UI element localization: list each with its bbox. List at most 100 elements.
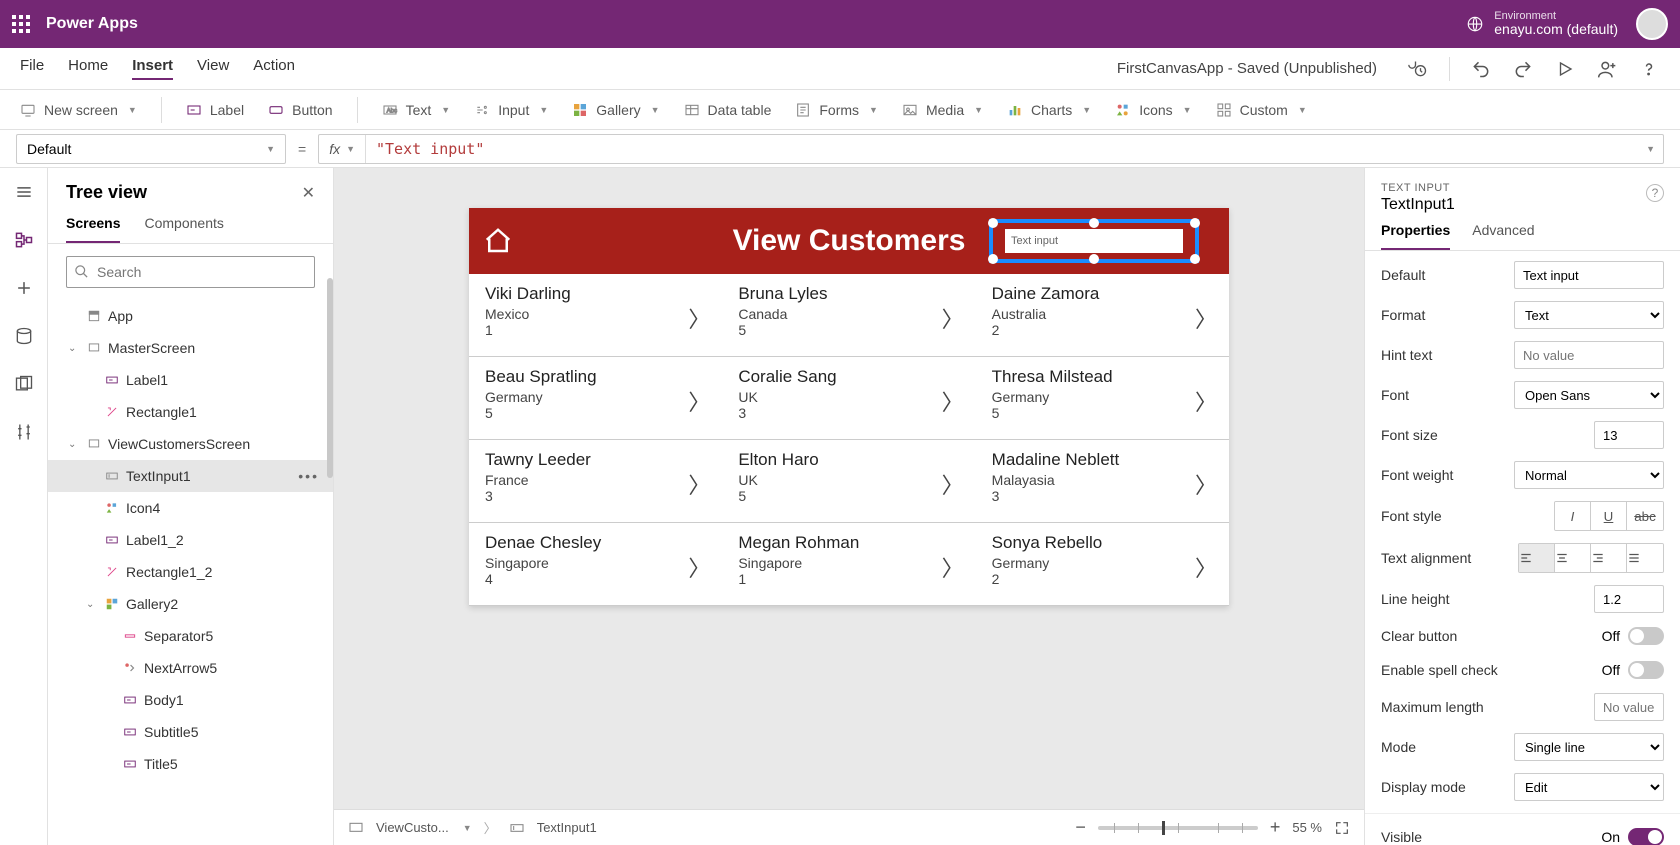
props-tab-properties[interactable]: Properties <box>1381 222 1450 250</box>
align-center-button[interactable] <box>1555 544 1591 572</box>
zoom-in-button[interactable]: + <box>1270 817 1281 838</box>
insert-media-dropdown[interactable]: Media▼ <box>902 102 983 118</box>
rail-tools-icon[interactable] <box>14 422 34 442</box>
fontstyle-italic-button[interactable]: I <box>1555 502 1591 530</box>
tree-item[interactable]: App <box>48 300 333 332</box>
tree-item[interactable]: Separator5 <box>48 620 333 652</box>
tree-item[interactable]: NextArrow5 <box>48 652 333 684</box>
zoom-out-button[interactable]: − <box>1075 817 1086 838</box>
fontstyle-strike-button[interactable]: abc <box>1627 502 1663 530</box>
footer-control-name[interactable]: TextInput1 <box>537 820 597 835</box>
tree-item[interactable]: Rectangle1 <box>48 396 333 428</box>
tree-item[interactable]: ⌄MasterScreen <box>48 332 333 364</box>
tree-tab-screens[interactable]: Screens <box>66 209 120 243</box>
insert-datatable[interactable]: Data table <box>684 102 772 118</box>
prop-default-input[interactable] <box>1514 261 1664 289</box>
undo-button[interactable] <box>1470 58 1492 80</box>
tree-item[interactable]: Icon4 <box>48 492 333 524</box>
gallery-cell[interactable]: Tawny LeederFrance3〉 <box>469 440 722 522</box>
gallery-cell[interactable]: Denae ChesleySingapore4〉 <box>469 523 722 605</box>
environment-picker[interactable]: Environment enayu.com (default) <box>1466 10 1618 37</box>
tree-item[interactable]: ⌄ViewCustomersScreen <box>48 428 333 460</box>
app-preview-screen[interactable]: View Customers Text input Viki DarlingMe… <box>469 208 1229 606</box>
props-tab-advanced[interactable]: Advanced <box>1472 222 1534 250</box>
tree-item[interactable]: ⌄Gallery2 <box>48 588 333 620</box>
insert-button[interactable]: Button <box>268 102 332 118</box>
align-justify-button[interactable] <box>1627 544 1663 572</box>
insert-charts-dropdown[interactable]: Charts▼ <box>1007 102 1091 118</box>
rail-media-icon[interactable] <box>14 374 34 394</box>
prop-format-select[interactable]: Text <box>1514 301 1664 329</box>
gallery-cell[interactable]: Coralie SangUK3〉 <box>722 357 975 439</box>
home-icon[interactable] <box>483 226 513 256</box>
gallery-cell[interactable]: Bruna LylesCanada5〉 <box>722 274 975 356</box>
app-launcher-icon[interactable] <box>12 15 30 33</box>
prop-hint-input[interactable] <box>1514 341 1664 369</box>
formula-expand-icon[interactable]: ▼ <box>1638 144 1663 154</box>
insert-custom-dropdown[interactable]: Custom▼ <box>1216 102 1307 118</box>
prop-clearbtn-toggle[interactable] <box>1628 627 1664 645</box>
tree-tab-components[interactable]: Components <box>144 209 223 243</box>
chevron-right-icon[interactable]: 〉 <box>688 551 710 583</box>
help-button[interactable] <box>1638 58 1660 80</box>
fx-button[interactable]: fx▼ <box>319 135 366 163</box>
prop-spell-toggle[interactable] <box>1628 661 1664 679</box>
tree-item[interactable]: Rectangle1_2 <box>48 556 333 588</box>
tree-close-icon[interactable]: ✕ <box>302 183 315 203</box>
rail-data-icon[interactable] <box>14 326 34 346</box>
zoom-slider[interactable] <box>1098 826 1258 830</box>
props-help-icon[interactable]: ? <box>1646 184 1664 202</box>
gallery-cell[interactable]: Beau SpratlingGermany5〉 <box>469 357 722 439</box>
formula-input[interactable]: Text input <box>366 140 1636 158</box>
chevron-down-icon[interactable]: ▼ <box>463 823 472 833</box>
align-left-button[interactable] <box>1519 544 1555 572</box>
insert-text-dropdown[interactable]: Abc Text▼ <box>382 102 451 118</box>
play-button[interactable] <box>1554 58 1576 80</box>
gallery-cell[interactable]: Thresa MilsteadGermany5〉 <box>976 357 1229 439</box>
gallery-cell[interactable]: Megan RohmanSingapore1〉 <box>722 523 975 605</box>
prop-fontsize-input[interactable] <box>1594 421 1664 449</box>
chevron-right-icon[interactable]: 〉 <box>942 302 964 334</box>
chevron-right-icon[interactable]: 〉 <box>1195 302 1217 334</box>
chevron-right-icon[interactable]: 〉 <box>942 385 964 417</box>
textinput-inner[interactable]: Text input <box>1005 229 1183 253</box>
rail-tree-icon[interactable] <box>14 230 34 250</box>
gallery-cell[interactable]: Viki DarlingMexico1〉 <box>469 274 722 356</box>
chevron-right-icon[interactable]: 〉 <box>688 302 710 334</box>
prop-lineheight-input[interactable] <box>1594 585 1664 613</box>
menu-home[interactable]: Home <box>68 57 108 80</box>
chevron-right-icon[interactable]: 〉 <box>1195 385 1217 417</box>
chevron-right-icon[interactable]: 〉 <box>688 385 710 417</box>
prop-maxlen-input[interactable] <box>1594 693 1664 721</box>
insert-icons-dropdown[interactable]: Icons▼ <box>1115 102 1191 118</box>
chevron-right-icon[interactable]: 〉 <box>1195 468 1217 500</box>
menu-file[interactable]: File <box>20 57 44 80</box>
chevron-right-icon[interactable]: 〉 <box>1195 551 1217 583</box>
gallery-cell[interactable]: Daine ZamoraAustralia2〉 <box>976 274 1229 356</box>
menu-action[interactable]: Action <box>253 57 295 80</box>
rail-add-icon[interactable] <box>14 278 34 298</box>
menu-insert[interactable]: Insert <box>132 57 173 80</box>
gallery-cell[interactable]: Elton HaroUK5〉 <box>722 440 975 522</box>
fontstyle-underline-button[interactable]: U <box>1591 502 1627 530</box>
insert-input-dropdown[interactable]: Input▼ <box>474 102 548 118</box>
insert-label[interactable]: Label <box>186 102 244 118</box>
user-avatar[interactable] <box>1636 8 1668 40</box>
menu-view[interactable]: View <box>197 57 229 80</box>
gallery-cell[interactable]: Madaline NeblettMalayasia3〉 <box>976 440 1229 522</box>
fit-to-screen-icon[interactable] <box>1334 820 1350 836</box>
footer-screen-name[interactable]: ViewCusto... <box>376 820 449 835</box>
prop-mode-select[interactable]: Single line <box>1514 733 1664 761</box>
gallery-cell[interactable]: Sonya RebelloGermany2〉 <box>976 523 1229 605</box>
tree-item[interactable]: Subtitle5 <box>48 716 333 748</box>
chevron-right-icon[interactable]: 〉 <box>942 468 964 500</box>
tree-item[interactable]: Body1 <box>48 684 333 716</box>
chevron-right-icon[interactable]: 〉 <box>688 468 710 500</box>
prop-fontweight-select[interactable]: Normal <box>1514 461 1664 489</box>
tree-scrollbar-thumb[interactable] <box>327 278 333 478</box>
tree-search-input[interactable] <box>66 256 315 288</box>
insert-forms-dropdown[interactable]: Forms▼ <box>795 102 878 118</box>
redo-button[interactable] <box>1512 58 1534 80</box>
prop-visible-toggle[interactable] <box>1628 828 1664 845</box>
app-checker-icon[interactable] <box>1407 58 1429 80</box>
